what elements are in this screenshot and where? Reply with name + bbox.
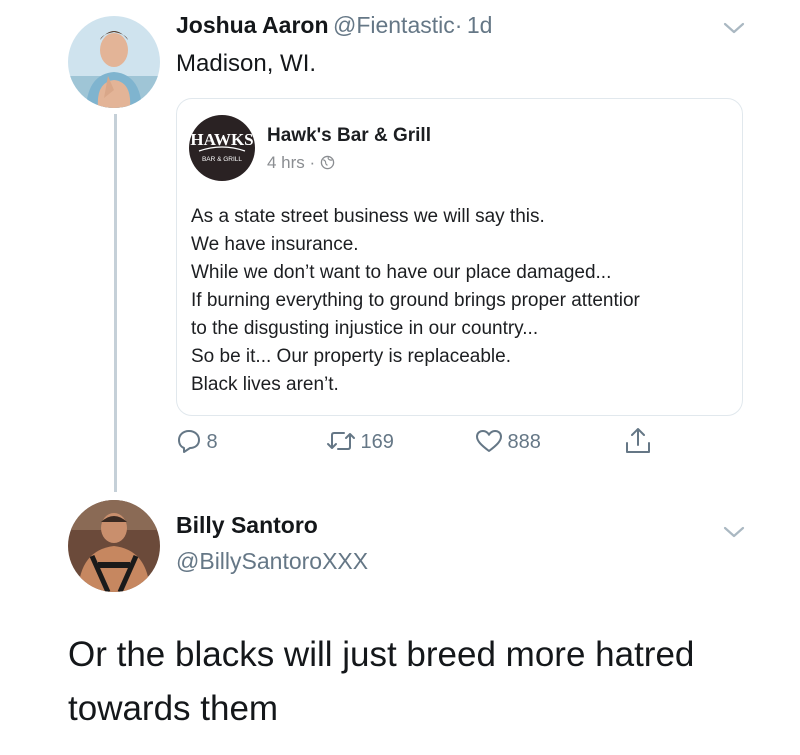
- post-line: As a state street business we will say t…: [191, 206, 545, 227]
- author-name[interactable]: Joshua Aaron: [176, 12, 329, 38]
- tweet-time[interactable]: 1d: [467, 12, 493, 38]
- thread-connector-line: [114, 114, 117, 492]
- like-button[interactable]: 888: [475, 428, 541, 454]
- avatar-photo-icon: [68, 500, 160, 592]
- share-icon: [626, 428, 650, 453]
- retweet-icon: [327, 432, 355, 450]
- reply-count: 8: [206, 431, 218, 453]
- reply-text: Or the blacks will just breed more hatre…: [68, 628, 788, 736]
- post-line: Black lives aren’t.: [191, 374, 339, 395]
- reply-menu-chevron-icon[interactable]: [722, 520, 746, 546]
- post-time[interactable]: 4 hrs ·: [267, 153, 315, 172]
- reply-author-handle[interactable]: @BillySantoroXXX: [176, 548, 368, 575]
- post-line: If burning everything to ground brings p…: [191, 290, 640, 311]
- reply-button[interactable]: 8: [176, 428, 218, 454]
- reply-text-line: towards them: [68, 689, 279, 728]
- author-handle[interactable]: @Fientastic: [333, 12, 455, 38]
- globe-icon: [320, 155, 335, 170]
- reply-author-name[interactable]: Billy Santoro: [176, 512, 318, 539]
- tweet-header: Joshua Aaron @Fientastic· 1d: [176, 12, 492, 39]
- page-name[interactable]: Hawk's Bar & Grill: [267, 125, 431, 147]
- logo-text: HAWKS: [190, 130, 253, 149]
- avatar-billy-santoro[interactable]: [68, 500, 160, 592]
- reply-icon: [178, 430, 200, 453]
- retweet-count: 169: [360, 431, 394, 453]
- share-button[interactable]: [624, 426, 652, 461]
- quoted-post-card[interactable]: HAWKS BAR & GRILL Hawk's Bar & Grill 4 h…: [176, 98, 743, 416]
- retweet-button[interactable]: 169: [326, 428, 394, 454]
- heart-icon: [476, 430, 502, 452]
- post-body: As a state street business we will say t…: [191, 203, 742, 399]
- avatar-photo-icon: [68, 16, 160, 108]
- post-line: So be it... Our property is replaceable.: [191, 346, 511, 367]
- post-line: While we don’t want to have our place da…: [191, 262, 612, 283]
- time-separator: ·: [454, 12, 463, 38]
- post-meta: 4 hrs ·: [267, 153, 335, 173]
- avatar-joshua-aaron[interactable]: [68, 16, 160, 108]
- hawks-logo: HAWKS BAR & GRILL: [189, 115, 255, 181]
- svg-text:BAR & GRILL: BAR & GRILL: [202, 156, 242, 163]
- post-line: to the disgusting injustice in our count…: [191, 318, 539, 339]
- tweet-text: Madison, WI.: [176, 50, 317, 77]
- tweet-menu-chevron-icon[interactable]: [722, 16, 746, 42]
- post-line: We have insurance.: [191, 234, 359, 255]
- like-count: 888: [507, 431, 541, 453]
- reply-text-line: Or the blacks will just breed more hatre…: [68, 635, 695, 674]
